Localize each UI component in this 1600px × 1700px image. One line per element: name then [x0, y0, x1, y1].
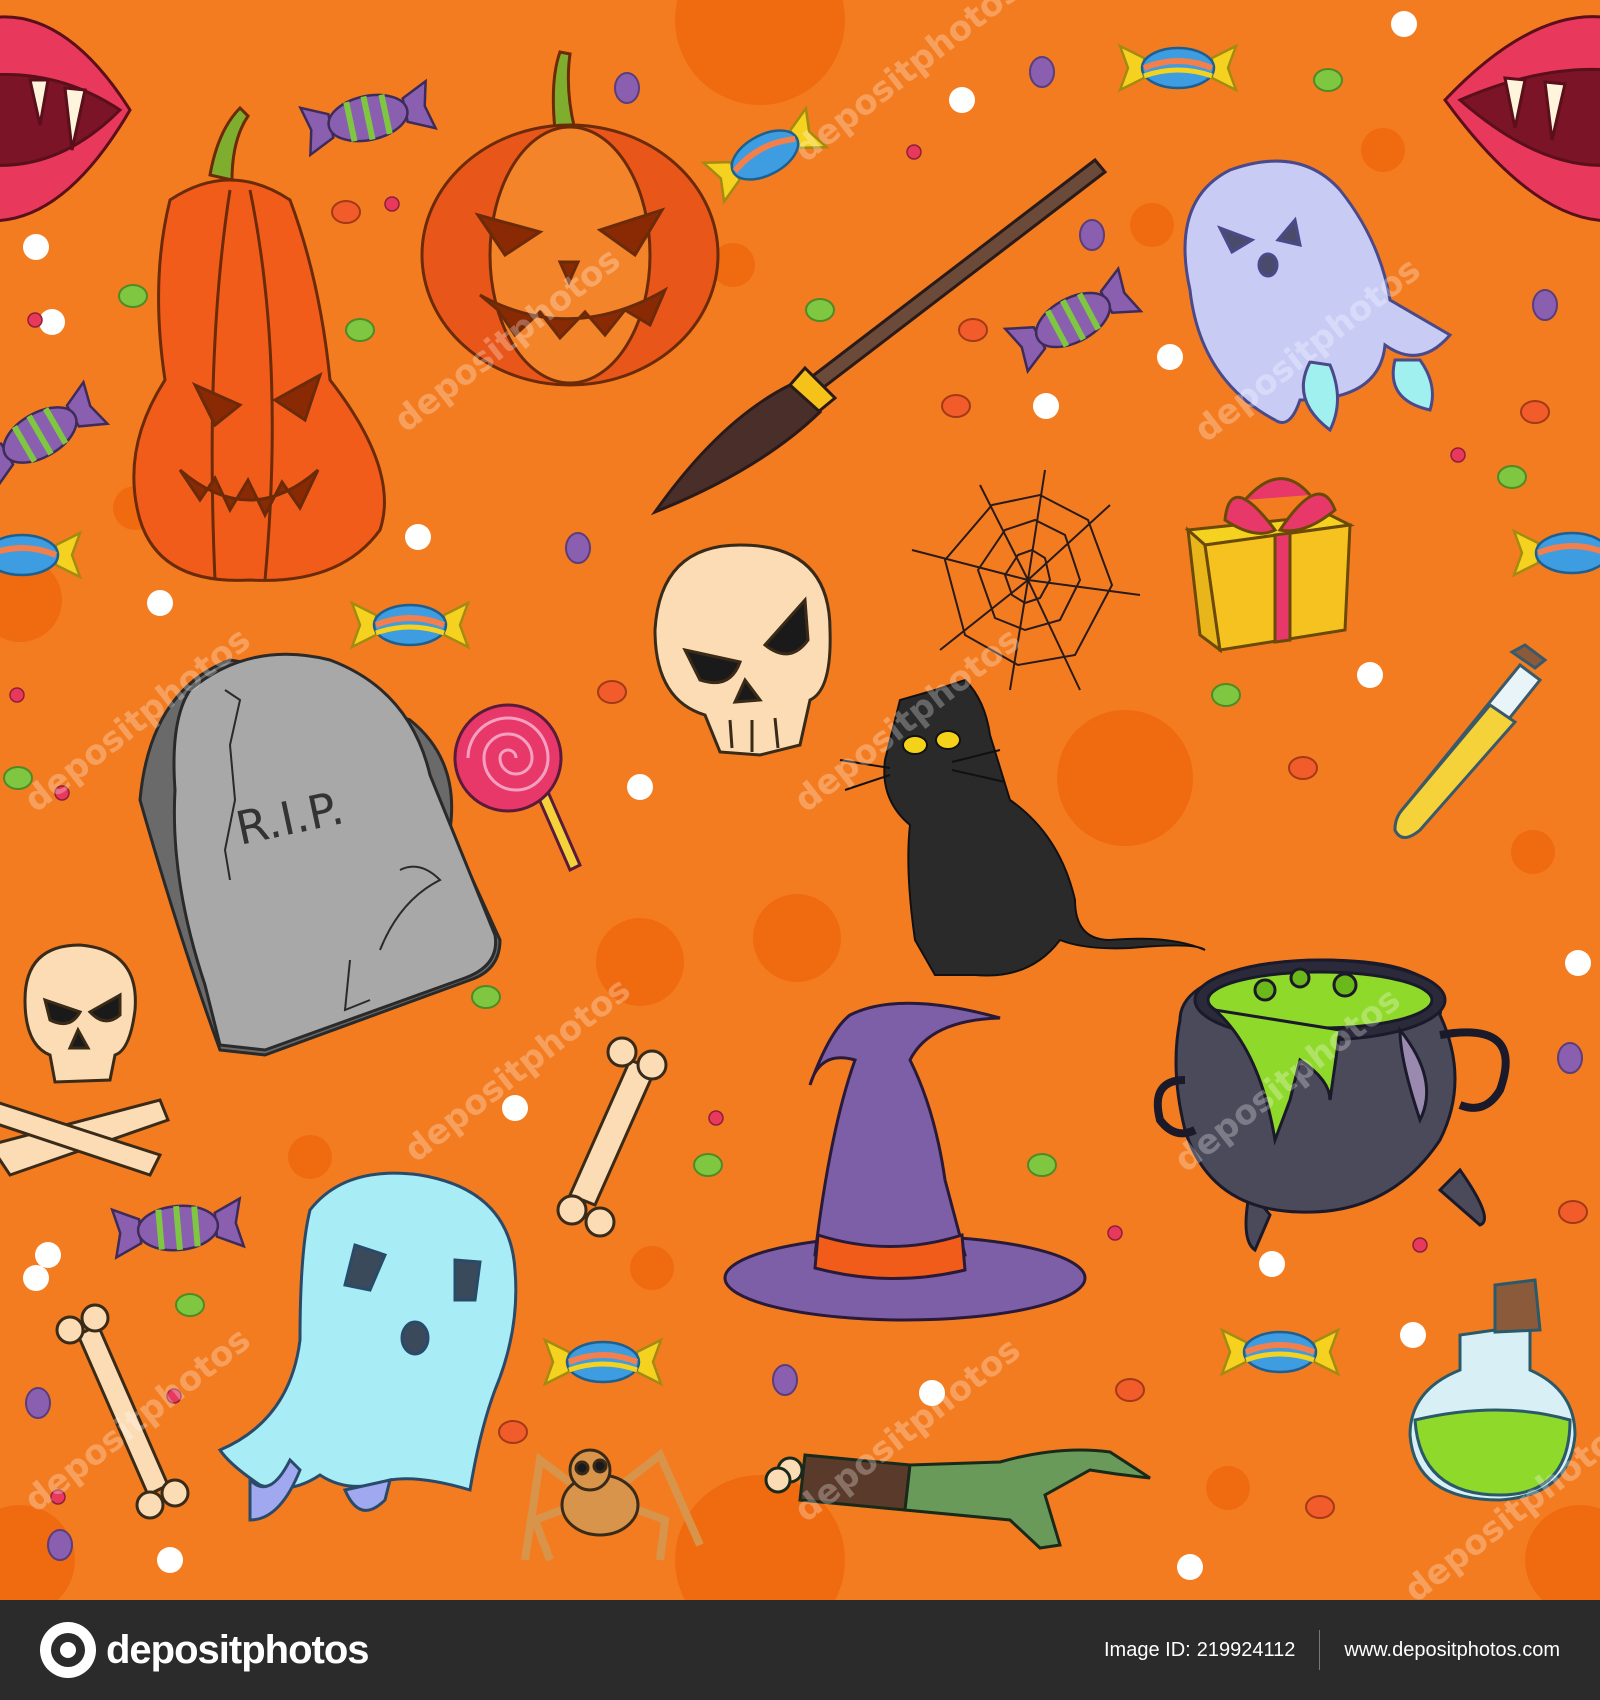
skull-and-crossbones [0, 943, 170, 1177]
camera-lens-icon [40, 1622, 96, 1678]
bone-bottom-left [55, 1303, 190, 1520]
lollipop [453, 703, 582, 873]
divider [1319, 1630, 1321, 1670]
footer-bar: depositphotos Image ID: 219924112 www.de… [0, 1600, 1600, 1700]
ghost-top-right [1183, 159, 1453, 433]
tall-jack-o-lantern [132, 105, 386, 582]
skull-center [653, 543, 832, 757]
image-info: Image ID: 219924112 www.depositphotos.co… [1104, 1630, 1560, 1670]
potion-flask [1408, 1278, 1577, 1502]
gift-box [1184, 477, 1356, 654]
brand-name: depositphotos [106, 1627, 370, 1672]
jack-o-lantern [420, 50, 720, 387]
spider-web [911, 469, 1141, 691]
image-id: 219924112 [1196, 1638, 1296, 1661]
site-url-link[interactable]: www.depositphotos.com [1344, 1639, 1560, 1662]
ghost-bottom-left [217, 1171, 518, 1522]
image-id-label: Image ID: [1104, 1638, 1191, 1661]
brand-logo[interactable]: depositphotos [40, 1622, 370, 1678]
tombstone: R.I.P. [138, 652, 502, 1057]
bone-center [556, 1036, 668, 1238]
halloween-pattern-illustration: R.I.P. [0, 0, 1600, 1600]
halloween-pattern-image: R.I.P. depositphotos depositphotos depos… [0, 0, 1600, 1700]
spider [521, 1448, 704, 1562]
potion-test-tube [1393, 643, 1548, 839]
vampire-mouth-left [0, 15, 132, 222]
witch-cauldron [1153, 958, 1510, 1253]
vampire-mouth-right [1443, 15, 1600, 222]
